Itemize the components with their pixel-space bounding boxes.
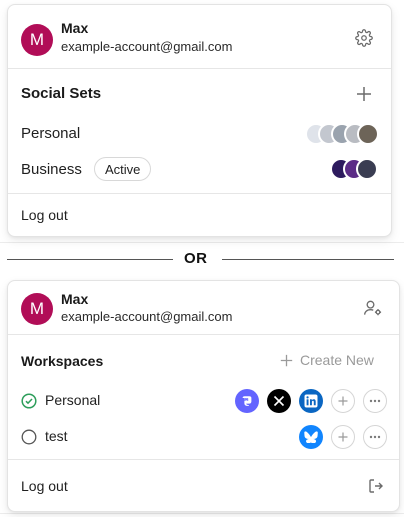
user-email: example-account@gmail.com <box>61 39 233 54</box>
create-new-label: Create New <box>300 352 374 368</box>
active-badge: Active <box>94 157 152 181</box>
workspace-personal[interactable]: Personal <box>45 392 100 408</box>
user-email: example-account@gmail.com <box>61 309 233 324</box>
more-options-button[interactable] <box>363 389 387 413</box>
or-separator: OR <box>184 250 208 267</box>
plus-icon <box>357 87 371 101</box>
workspace-test[interactable]: test <box>45 428 68 444</box>
account-menu-workspaces: M Max example-account@gmail.com Workspac… <box>7 280 400 512</box>
account-menu-social-sets: M Max example-account@gmail.com Social S… <box>7 4 392 237</box>
background-line <box>0 513 404 514</box>
add-social-set-button[interactable] <box>353 83 375 105</box>
more-horizontal-icon <box>369 399 381 403</box>
more-horizontal-icon <box>369 435 381 439</box>
logout-button[interactable]: Log out <box>21 478 68 494</box>
gear-icon <box>355 29 373 47</box>
separator-line-right <box>222 259 394 260</box>
logout-icon-button[interactable] <box>365 475 387 497</box>
account-settings-button[interactable] <box>362 297 384 319</box>
add-account-button[interactable] <box>331 389 355 413</box>
background-line <box>0 242 404 243</box>
divider <box>8 68 391 69</box>
divider <box>8 459 399 460</box>
personal-account-avatars <box>305 123 379 145</box>
social-set-business[interactable]: Business <box>21 161 82 178</box>
user-gear-icon <box>364 300 382 316</box>
section-title-social-sets: Social Sets <box>21 85 102 102</box>
mastodon-icon[interactable] <box>235 389 259 413</box>
account-avatar <box>356 158 378 180</box>
plus-icon <box>338 396 348 406</box>
radio-empty-icon[interactable] <box>21 429 37 445</box>
social-set-personal[interactable]: Personal <box>21 125 80 142</box>
divider <box>8 193 391 194</box>
add-account-button[interactable] <box>331 425 355 449</box>
more-options-button[interactable] <box>363 425 387 449</box>
separator-line-left <box>7 259 173 260</box>
logout-button[interactable]: Log out <box>21 207 68 223</box>
user-name: Max <box>61 291 89 307</box>
user-name: Max <box>61 20 89 36</box>
logout-icon <box>369 479 383 493</box>
x-icon[interactable] <box>267 389 291 413</box>
account-avatar <box>357 123 379 145</box>
business-account-avatars <box>330 158 378 180</box>
plus-icon <box>280 354 293 366</box>
settings-button[interactable] <box>353 27 375 49</box>
section-title-workspaces: Workspaces <box>21 353 104 369</box>
linkedin-icon[interactable] <box>299 389 323 413</box>
check-circle-icon <box>21 393 37 409</box>
bluesky-icon[interactable] <box>299 425 323 449</box>
divider <box>8 334 399 335</box>
create-new-workspace-button[interactable]: Create New <box>280 352 374 368</box>
avatar[interactable]: M <box>21 293 53 325</box>
plus-icon <box>338 432 348 442</box>
avatar[interactable]: M <box>21 24 53 56</box>
